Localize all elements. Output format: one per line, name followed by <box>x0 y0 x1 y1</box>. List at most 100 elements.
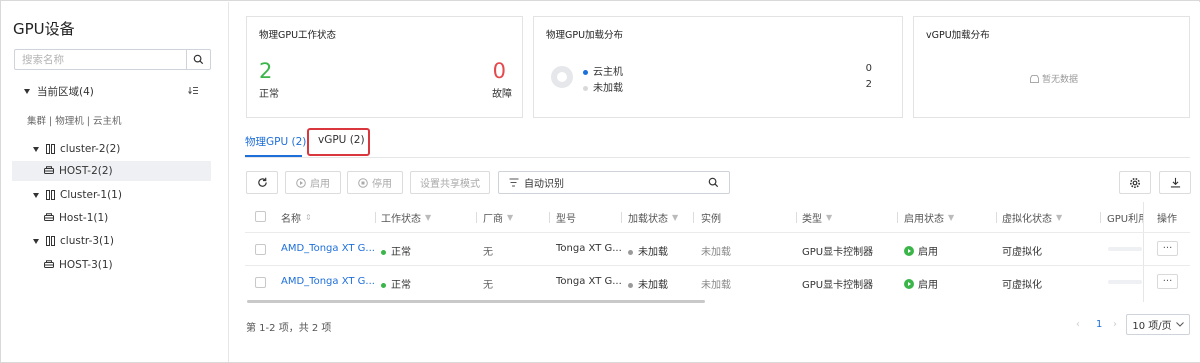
gear-icon <box>1130 177 1140 188</box>
play-circle-icon <box>296 177 306 188</box>
filter-text: 自动识别 <box>524 179 564 190</box>
tree-host-1[interactable]: Host-1(1) <box>44 208 108 228</box>
sort-list-icon[interactable] <box>188 86 199 95</box>
col-gpu-usage[interactable]: GPU利用 <box>1107 210 1143 225</box>
filter-icon[interactable]: ▼ <box>948 213 954 222</box>
column-divider <box>1100 212 1101 223</box>
page-number[interactable]: 1 <box>1096 319 1102 330</box>
start-label: 启用 <box>310 179 330 190</box>
column-divider <box>476 212 477 223</box>
row-status: 正常 <box>381 276 411 291</box>
sidebar: GPU设备 搜索名称 当前区域(4) 集群 | 物理机 | 云主机 cluste… <box>2 2 229 362</box>
host-icon <box>44 166 54 176</box>
row-enabled: 启用 <box>904 276 938 291</box>
empty-state: 暂无数据 <box>1030 72 1078 85</box>
card-title: 物理GPU加载分布 <box>546 30 624 41</box>
horizontal-scrollbar[interactable] <box>247 300 705 303</box>
col-load[interactable]: 加载状态 ▼ <box>628 210 678 225</box>
tab-active-indicator <box>245 155 302 157</box>
row-vendor: 无 <box>483 280 493 291</box>
col-name-label: 名称 <box>281 214 301 225</box>
sort-icon[interactable]: ⇕ <box>305 213 312 222</box>
tree-cluster-1[interactable]: Cluster-1(1) <box>33 185 122 205</box>
caret-down-icon[interactable] <box>33 192 39 198</box>
caret-down-icon[interactable] <box>33 238 39 244</box>
legend-item-vm: 云主机 <box>583 63 623 78</box>
status-dot <box>628 249 633 255</box>
row-more-button[interactable]: ··· <box>1157 274 1178 289</box>
tab-physical-gpu[interactable]: 物理GPU (2) <box>245 134 306 149</box>
col-vendor[interactable]: 厂商 ▼ <box>483 210 513 225</box>
tree-cluster-1-label: Cluster-1(1) <box>60 189 122 201</box>
row-model: Tonga XT G... <box>556 243 622 254</box>
row-load: 未加载 <box>628 243 668 258</box>
row-more-button[interactable]: ··· <box>1157 241 1178 256</box>
page-size-select[interactable]: 10 项/页 <box>1126 314 1190 335</box>
vgpu-load-card: vGPU加载分布 暂无数据 <box>913 16 1190 118</box>
col-type[interactable]: 类型 ▼ <box>802 210 832 225</box>
tree-host-3[interactable]: HOST-3(1) <box>44 255 113 275</box>
gpu-usage-bar <box>1108 247 1142 251</box>
filter-input[interactable]: 自动识别 <box>498 171 730 194</box>
col-actions: 操作 <box>1157 214 1177 225</box>
col-enabled[interactable]: 启用状态 ▼ <box>904 210 954 225</box>
col-model[interactable]: 型号 <box>556 210 576 225</box>
search-button[interactable] <box>186 50 210 69</box>
row-checkbox[interactable] <box>255 244 266 255</box>
tab-vgpu[interactable]: vGPU (2) <box>318 134 365 146</box>
refresh-button[interactable] <box>246 171 278 194</box>
search-icon[interactable] <box>708 177 719 188</box>
download-icon <box>1170 177 1180 188</box>
column-divider <box>375 212 376 223</box>
tree-host-2-label: HOST-2(2) <box>59 165 113 177</box>
col-vendor-label: 厂商 <box>483 214 503 225</box>
col-instance[interactable]: 实例 <box>701 210 721 225</box>
play-circle-icon <box>904 278 914 289</box>
start-button[interactable]: 启用 <box>285 171 341 194</box>
filter-icon[interactable]: ▼ <box>1056 213 1062 222</box>
status-dot <box>381 249 386 255</box>
tree-region-label: 当前区域(4) <box>37 85 94 98</box>
filter-lines-icon <box>509 178 519 187</box>
filter-icon[interactable]: ▼ <box>672 213 678 222</box>
search-input[interactable]: 搜索名称 <box>15 52 186 67</box>
col-status-label: 工作状态 <box>381 214 421 225</box>
caret-down-icon[interactable] <box>33 146 39 152</box>
caret-down-icon[interactable] <box>24 88 30 94</box>
tree-cluster-2-label: cluster-2(2) <box>60 143 121 155</box>
legend-value: 2 <box>865 79 872 90</box>
sticky-column-shadow <box>1143 202 1144 302</box>
row-status-text: 正常 <box>391 280 411 291</box>
next-page-button[interactable]: › <box>1113 319 1117 330</box>
empty-text: 暂无数据 <box>1042 75 1079 85</box>
row-name-link[interactable]: AMD_Tonga XT G... <box>281 243 375 254</box>
empty-box-icon <box>1030 74 1039 83</box>
prev-page-button[interactable]: ‹ <box>1076 319 1080 330</box>
refresh-icon <box>257 177 267 187</box>
filter-icon[interactable]: ▼ <box>425 213 431 222</box>
row-checkbox[interactable] <box>255 277 266 288</box>
tree-region[interactable]: 当前区域(4) <box>24 81 94 101</box>
settings-button[interactable] <box>1119 171 1151 194</box>
tree-cluster-3-label: clustr-3(1) <box>60 235 114 247</box>
tree-host-2[interactable]: HOST-2(2) <box>12 161 211 181</box>
share-mode-button[interactable]: 设置共享模式 <box>410 171 490 194</box>
select-all-checkbox[interactable] <box>255 211 266 222</box>
search-box[interactable]: 搜索名称 <box>14 49 211 70</box>
download-button[interactable] <box>1159 171 1191 194</box>
stop-button[interactable]: 停用 <box>347 171 403 194</box>
legend-label: 云主机 <box>593 67 623 78</box>
header-divider <box>245 232 1190 233</box>
row-load-text: 未加载 <box>638 280 668 291</box>
chevron-down-icon <box>1175 322 1184 327</box>
tree-cluster-3[interactable]: clustr-3(1) <box>33 231 114 251</box>
filter-icon[interactable]: ▼ <box>507 213 513 222</box>
filter-icon[interactable]: ▼ <box>826 213 832 222</box>
row-enabled-text: 启用 <box>918 280 938 291</box>
col-name[interactable]: 名称 ⇕ <box>281 210 312 225</box>
row-name-link[interactable]: AMD_Tonga XT G... <box>281 276 375 287</box>
status-dot <box>628 282 633 288</box>
tree-cluster-2[interactable]: cluster-2(2) <box>33 139 120 159</box>
col-virt[interactable]: 虚拟化状态 ▼ <box>1002 210 1062 225</box>
col-status[interactable]: 工作状态 ▼ <box>381 210 431 225</box>
